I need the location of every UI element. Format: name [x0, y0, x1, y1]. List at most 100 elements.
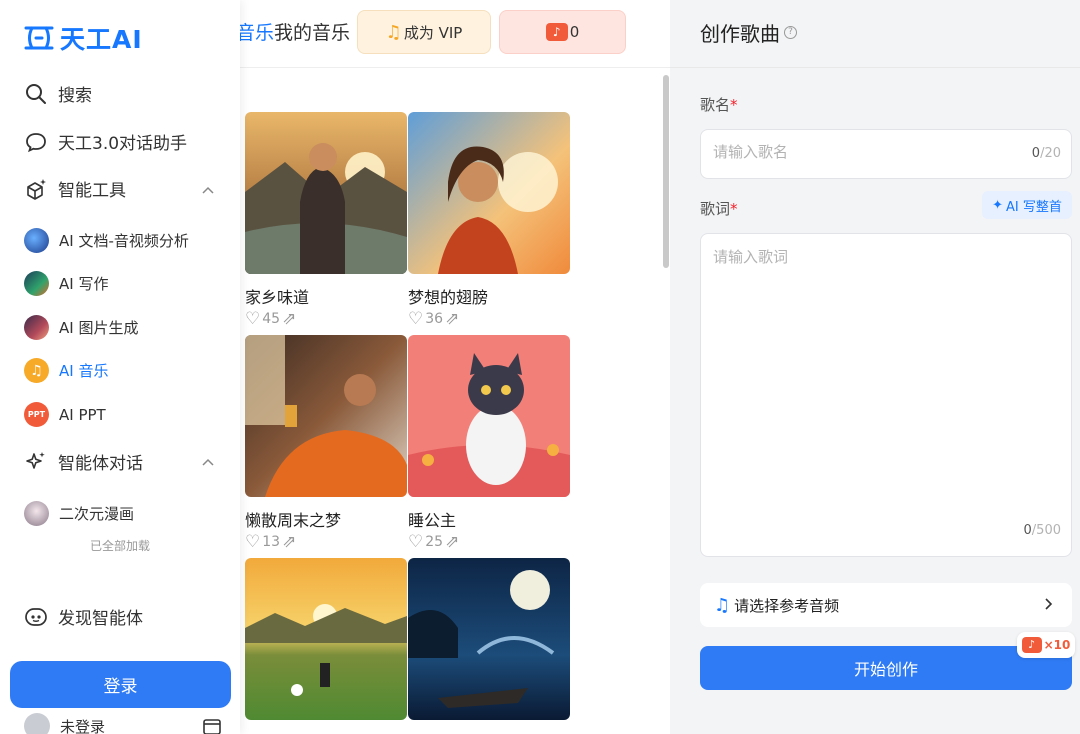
loaded-all-text: 已全部加载 [89, 539, 150, 553]
like-count: 13 [262, 534, 281, 550]
reference-audio-label: 请选择参考音频 [734, 596, 840, 615]
sidebar-item-label: AI 图片生成 [59, 319, 139, 337]
heart-icon[interactable]: ♡ [245, 311, 260, 328]
lyrics-count: 0 [1023, 523, 1032, 538]
song-cover-image [245, 335, 407, 497]
avatar [24, 713, 50, 734]
sidebar-group-agent-chat[interactable]: 智能体对话 [24, 449, 143, 474]
panel-title-text: 创作歌曲 [700, 22, 780, 46]
song-name-label: 歌名* [700, 94, 738, 115]
lyrics-field[interactable]: 0/500 [700, 233, 1072, 557]
share-icon[interactable]: ⇗ [445, 534, 459, 551]
logo-text: 天工AI [60, 25, 143, 54]
help-icon[interactable]: ? [784, 26, 797, 39]
become-vip-button[interactable]: ♫ 成为 VIP [357, 10, 491, 54]
lyrics-label-text: 歌词 [700, 200, 731, 218]
song-title: 梦想的翅膀 [408, 288, 489, 307]
sidebar-item-doc-analysis[interactable]: AI 文档-音视频分析 [24, 228, 189, 253]
song-cover-image [245, 558, 407, 720]
sidebar-item-image-generation[interactable]: AI 图片生成 [24, 315, 138, 340]
ppt-avatar: PPT [24, 402, 49, 427]
tiangong-logo-icon [24, 26, 54, 50]
divider [670, 67, 1080, 68]
sidebar-item-label: 搜索 [58, 86, 92, 106]
sidebar-item-discover-agents[interactable]: 发现智能体 [24, 604, 143, 629]
search-icon [24, 82, 48, 106]
anime-avatar [24, 501, 49, 526]
required-mark: * [730, 96, 738, 114]
vip-label: 成为 VIP [403, 23, 463, 42]
sidebar-item-label: 天工3.0对话助手 [58, 134, 188, 154]
user-profile[interactable]: 未登录 [24, 713, 105, 734]
song-card[interactable]: 家乡味道 ♡ 45 ⇗ [245, 112, 407, 328]
share-icon[interactable]: ⇗ [445, 311, 459, 328]
login-button[interactable]: 登录 [10, 661, 231, 708]
music-note-icon: ♫ [714, 594, 731, 616]
lyrics-label: 歌词* [700, 198, 738, 219]
collapse-sidebar-icon[interactable] [203, 719, 221, 734]
song-card[interactable]: 睡公主 ♡ 25 ⇗ [408, 335, 570, 551]
song-name-input[interactable] [713, 143, 1003, 161]
sidebar-item-chat-assistant[interactable]: 天工3.0对话助手 [24, 129, 187, 154]
share-icon[interactable]: ⇗ [282, 534, 296, 551]
song-cover-image [408, 335, 570, 497]
cube-sparkle-icon [24, 177, 48, 201]
sparkle-icon: ✦ [992, 197, 1004, 213]
song-card[interactable]: 懒散周末之梦 ♡ 13 ⇗ [245, 335, 407, 551]
sidebar-item-label: 发现智能体 [58, 609, 143, 629]
sidebar-item-label: 二次元漫画 [59, 505, 135, 523]
song-cover-image [408, 112, 570, 274]
heart-icon[interactable]: ♡ [408, 534, 423, 551]
song-card[interactable]: 梦想的翅膀 ♡ 36 ⇗ [408, 112, 570, 328]
share-icon[interactable]: ⇗ [282, 311, 296, 328]
chevron-up-icon[interactable] [200, 183, 216, 199]
sidebar-item-ai-writing[interactable]: AI 写作 [24, 271, 108, 296]
sidebar-item-label: AI 写作 [59, 275, 109, 293]
logo[interactable]: 天工AI [24, 20, 143, 56]
like-count: 36 [425, 311, 444, 327]
sidebar-item-ai-music[interactable]: ♫ AI 音乐 [24, 358, 108, 383]
song-stats: ♡ 13 ⇗ [245, 534, 296, 551]
doc-analysis-avatar [24, 228, 49, 253]
song-name-max: /20 [1040, 146, 1061, 161]
breadcrumb-music-link[interactable]: 音乐 [236, 22, 274, 44]
robot-face-icon [24, 605, 48, 629]
sidebar-item-label: 智能工具 [58, 181, 126, 201]
sidebar-item-search[interactable]: 搜索 [24, 81, 92, 106]
music-coin-icon: ♪ [1021, 637, 1042, 653]
like-count: 45 [262, 311, 281, 327]
sidebar-item-label: 智能体对话 [58, 454, 143, 474]
song-name-field[interactable]: 0/20 [700, 129, 1072, 179]
writing-avatar [24, 271, 49, 296]
song-card[interactable] [408, 558, 570, 720]
lyrics-textarea[interactable] [713, 246, 1053, 506]
song-cover-image [245, 112, 407, 274]
song-title: 睡公主 [408, 511, 457, 530]
song-title: 家乡味道 [245, 288, 310, 307]
sidebar-item-ai-ppt[interactable]: PPT AI PPT [24, 402, 106, 427]
sidebar-item-anime-comic[interactable]: 二次元漫画 [24, 501, 134, 526]
scrollbar[interactable] [663, 75, 669, 268]
song-stats: ♡ 25 ⇗ [408, 534, 459, 551]
coin-count: 0 [569, 23, 580, 41]
song-card[interactable] [245, 558, 407, 720]
ai-write-label: AI 写整首 [1006, 199, 1062, 215]
ai-write-full-song-button[interactable]: ✦ AI 写整首 [982, 191, 1072, 219]
sidebar-group-smart-tools[interactable]: 智能工具 [24, 176, 126, 201]
reference-audio-selector[interactable]: ♫ 请选择参考音频 [700, 583, 1072, 627]
lyrics-counter: 0/500 [1024, 523, 1061, 538]
song-name-counter: 0/20 [1032, 146, 1061, 161]
user-status-label: 未登录 [60, 717, 106, 734]
chat-bubble-icon [24, 130, 48, 154]
song-name-count: 0 [1031, 146, 1041, 161]
heart-icon[interactable]: ♡ [245, 534, 260, 551]
coin-balance-button[interactable]: ♪ 0 [499, 10, 626, 54]
heart-icon[interactable]: ♡ [408, 311, 423, 328]
chevron-up-icon[interactable] [200, 455, 216, 471]
breadcrumb: 音乐我的音乐 [236, 18, 350, 45]
start-creation-button[interactable]: 开始创作 [700, 646, 1072, 690]
lyrics-max: /500 [1031, 523, 1061, 538]
required-mark: * [730, 200, 738, 218]
sparkle-icon [24, 450, 48, 474]
sidebar: 天工AI 搜索 天工3.0对话助手 智能工具 AI 文档-音视频分析 AI 写作… [0, 0, 240, 734]
